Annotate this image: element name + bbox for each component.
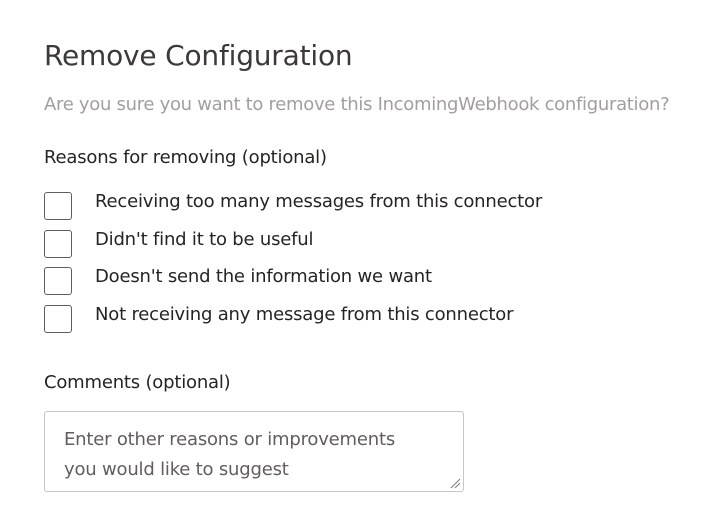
resize-grip-icon[interactable] bbox=[449, 477, 461, 489]
reason-checkbox[interactable] bbox=[44, 192, 72, 220]
reason-label: Receiving too many messages from this co… bbox=[95, 191, 543, 212]
dialog-title: Remove Configuration bbox=[44, 39, 353, 72]
reason-label: Doesn't send the information we want bbox=[95, 266, 432, 287]
reason-checkbox[interactable] bbox=[44, 267, 72, 295]
comments-label: Comments (optional) bbox=[44, 372, 231, 393]
remove-configuration-dialog: Remove Configuration Are you sure you wa… bbox=[0, 0, 728, 507]
reason-checkbox[interactable] bbox=[44, 304, 72, 333]
dialog-subtitle: Are you sure you want to remove this Inc… bbox=[44, 94, 670, 115]
reason-checkbox[interactable] bbox=[44, 229, 72, 258]
comments-field[interactable] bbox=[44, 411, 464, 492]
comments-textarea[interactable] bbox=[45, 412, 463, 491]
reasons-label: Reasons for removing (optional) bbox=[44, 147, 327, 168]
reason-label: Didn't find it to be useful bbox=[95, 228, 314, 250]
reason-label: Not receiving any message from this conn… bbox=[95, 303, 514, 325]
